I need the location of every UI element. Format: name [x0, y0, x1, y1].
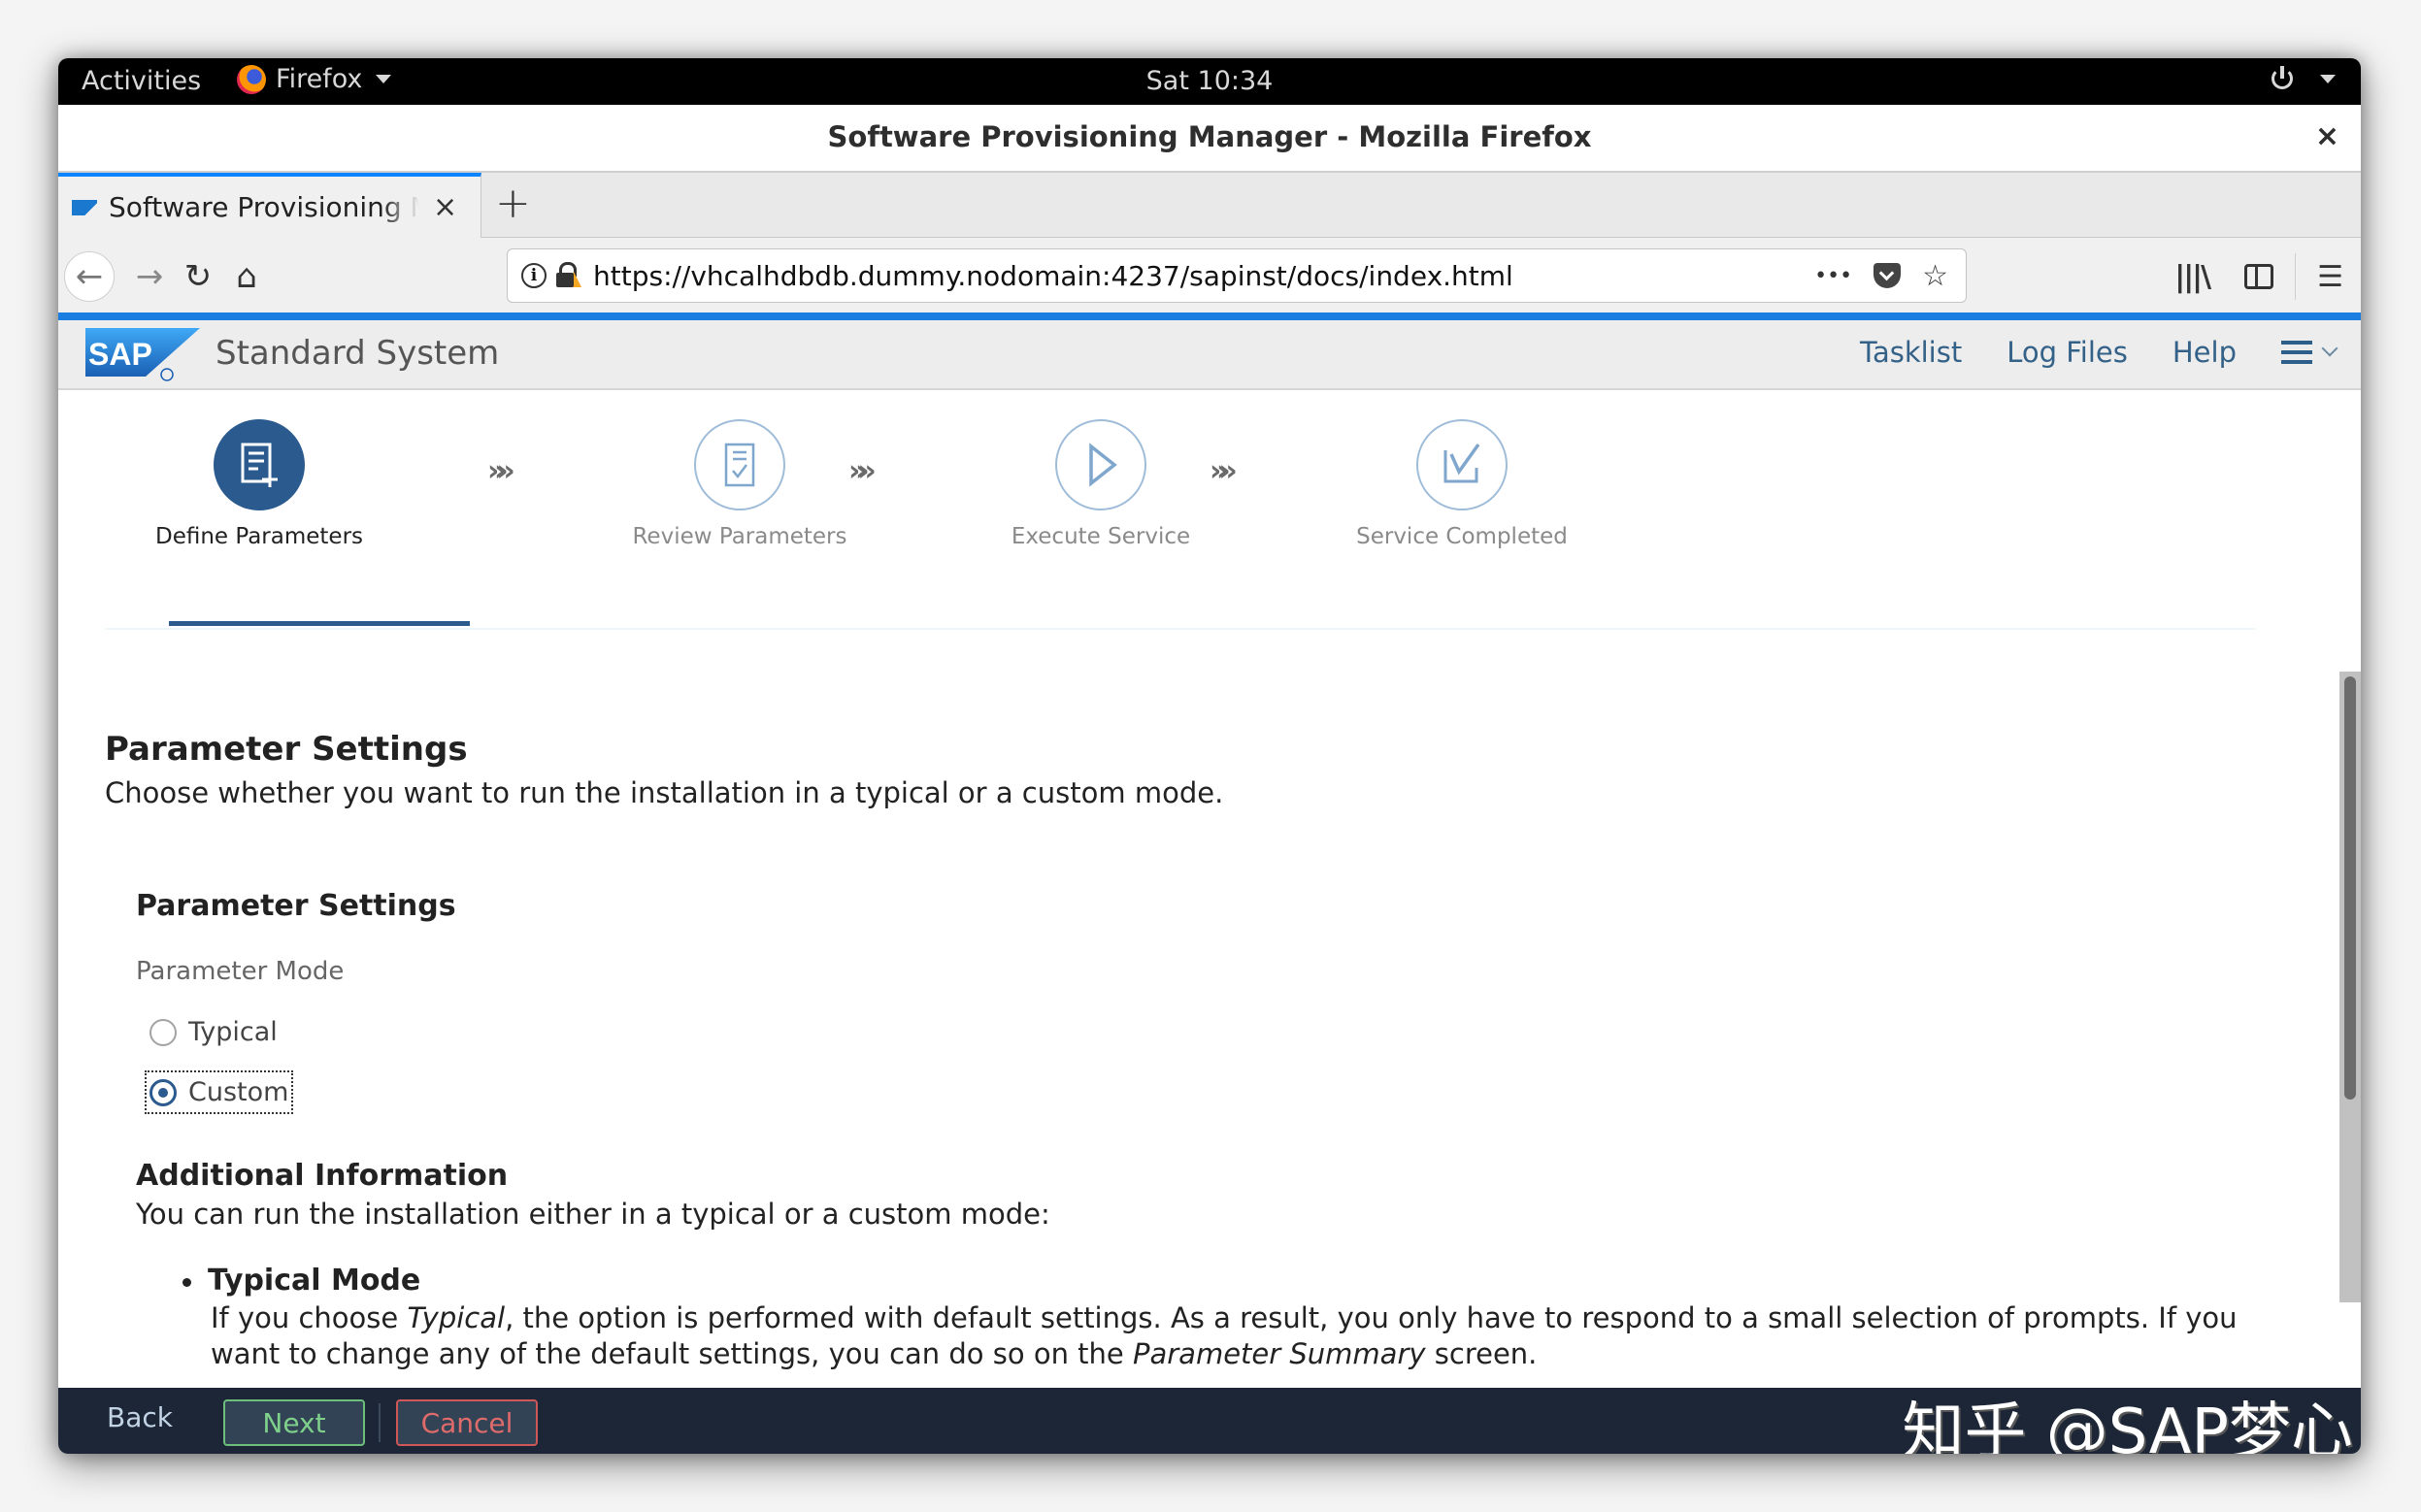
typical-mode-title-text: Typical Mode	[208, 1264, 421, 1298]
footer-divider	[379, 1403, 381, 1442]
url-input[interactable]: https://vhcalhdbdb.dummy.nodomain:4237/s…	[593, 260, 1805, 292]
sap-logo: SAP	[85, 328, 200, 381]
step-review-parameters: Review Parameters	[594, 419, 885, 549]
step-circle	[1055, 419, 1146, 510]
back-button[interactable]: Back	[107, 1401, 173, 1433]
power-icon	[2270, 66, 2295, 91]
window-titlebar: Software Provisioning Manager - Mozilla …	[58, 105, 2361, 173]
header-links: Tasklist Log Files Help	[1860, 336, 2338, 369]
radio-label-typical: Typical	[188, 1017, 278, 1047]
chevron-down-icon	[2321, 340, 2338, 357]
menu-icon[interactable]: ☰	[2317, 260, 2343, 294]
checkbox-checked-icon	[1443, 443, 1480, 483]
hamburger-icon	[2281, 341, 2312, 364]
page-description: Choose whether you want to run the insta…	[105, 776, 1224, 809]
warning-icon	[566, 272, 581, 287]
step-separator-icon: »»	[1210, 454, 1238, 488]
radio-button-typical[interactable]	[149, 1018, 177, 1046]
radio-button-custom[interactable]	[149, 1078, 177, 1106]
home-icon[interactable]: ⌂	[221, 251, 272, 302]
typical-mode-description: If you choose Typical, the option is per…	[211, 1300, 2269, 1372]
process-stepper: Define Parameters »» Review Parameters »…	[58, 390, 2361, 633]
page-title: Parameter Settings	[105, 730, 468, 769]
step-define-parameters[interactable]: Define Parameters	[58, 419, 460, 549]
tab-title: Software Provisioning Manager	[109, 191, 419, 223]
vertical-scrollbar[interactable]	[2339, 672, 2361, 1302]
tasklist-link[interactable]: Tasklist	[1860, 336, 1962, 369]
text-segment: screen.	[1425, 1337, 1538, 1370]
new-tab-button[interactable]: +	[495, 179, 531, 228]
radio-custom[interactable]: Custom	[144, 1070, 294, 1114]
info-icon[interactable]: i	[521, 263, 547, 288]
step-circle	[694, 419, 785, 510]
stepper-baseline	[105, 628, 2256, 630]
pocket-icon[interactable]	[1874, 263, 1902, 288]
step-separator-icon: »»	[848, 454, 877, 488]
step-circle	[214, 419, 305, 510]
window-close-button[interactable]: ×	[2315, 105, 2339, 169]
bookmark-star-icon[interactable]: ☆	[1922, 259, 1948, 293]
step-circle	[1416, 419, 1508, 510]
additional-info-text: You can run the installation either in a…	[136, 1198, 1050, 1231]
sap-logo-text: SAP	[88, 337, 152, 372]
system-menu[interactable]	[2270, 66, 2336, 91]
step-separator-icon: »»	[487, 454, 515, 488]
tab-strip: Software Provisioning Manager × +	[58, 173, 2361, 238]
italic-segment: Typical	[407, 1301, 506, 1334]
window-title: Software Provisioning Manager - Mozilla …	[827, 120, 1592, 153]
header-menu-button[interactable]	[2281, 340, 2338, 364]
active-step-indicator	[169, 621, 470, 626]
document-check-icon	[724, 443, 755, 487]
radio-typical[interactable]: Typical	[148, 1013, 280, 1051]
step-label: Define Parameters	[154, 524, 364, 549]
page-actions-icon[interactable]: •••	[1814, 264, 1852, 288]
toolbar-divider	[2295, 253, 2297, 300]
scrollbar-thumb[interactable]	[2344, 676, 2356, 1100]
forward-arrow-icon[interactable]: →	[124, 251, 175, 302]
help-link[interactable]: Help	[2172, 336, 2237, 369]
clock[interactable]: Sat 10:34	[58, 66, 2361, 96]
text-segment: If you choose	[211, 1301, 408, 1334]
system-title: Standard System	[216, 334, 500, 373]
reload-icon[interactable]: ↻	[173, 251, 223, 302]
nav-toolbar: ← → ↻ ⌂ i https://vhcalhdbdb.dummy.nodom…	[58, 238, 2361, 312]
section-title: Parameter Settings	[136, 889, 456, 923]
next-button[interactable]: Next	[223, 1399, 365, 1446]
watermark: 知乎 @SAP梦心	[1902, 1397, 2353, 1454]
toolbar-right: |||\ ☰	[2157, 251, 2361, 302]
step-label: Service Completed	[1356, 524, 1568, 549]
play-icon	[1089, 443, 1117, 487]
firefox-window: Activities Firefox Sat 10:34 Software Pr…	[58, 58, 2361, 1454]
sap-favicon-icon	[72, 199, 97, 215]
sidebar-icon[interactable]	[2244, 264, 2274, 289]
url-bar[interactable]: i https://vhcalhdbdb.dummy.nodomain:4237…	[507, 248, 1967, 303]
parameter-mode-label: Parameter Mode	[136, 957, 345, 986]
step-label: Review Parameters	[632, 524, 847, 549]
insecure-lock-icon[interactable]	[556, 262, 581, 289]
step-service-completed: Service Completed	[1316, 419, 1608, 549]
main-content: Parameter Settings Choose whether you wa…	[58, 633, 2338, 1446]
library-icon[interactable]: |||\	[2174, 260, 2211, 294]
typical-mode-title: Typical Mode	[181, 1264, 420, 1298]
italic-segment: Parameter Summary	[1133, 1337, 1426, 1370]
step-label: Execute Service	[1011, 524, 1191, 549]
log-files-link[interactable]: Log Files	[2006, 336, 2128, 369]
footer-toolbar: Back Next Cancel 知乎 @SAP梦心	[58, 1388, 2361, 1454]
additional-info-title: Additional Information	[136, 1159, 509, 1193]
gnome-top-bar: Activities Firefox Sat 10:34	[58, 58, 2361, 105]
page-load-indicator	[58, 312, 2361, 320]
back-arrow-icon[interactable]: ←	[64, 251, 115, 302]
radio-label-custom: Custom	[188, 1077, 289, 1107]
browser-tab[interactable]: Software Provisioning Manager ×	[58, 173, 481, 238]
step-execute-service: Execute Service	[955, 419, 1246, 549]
tab-close-icon[interactable]: ×	[433, 190, 457, 224]
form-add-icon	[241, 443, 278, 487]
cancel-button[interactable]: Cancel	[396, 1399, 538, 1446]
caret-down-icon	[2320, 74, 2336, 83]
sap-shell-header: SAP Standard System Tasklist Log Files H…	[58, 320, 2361, 390]
